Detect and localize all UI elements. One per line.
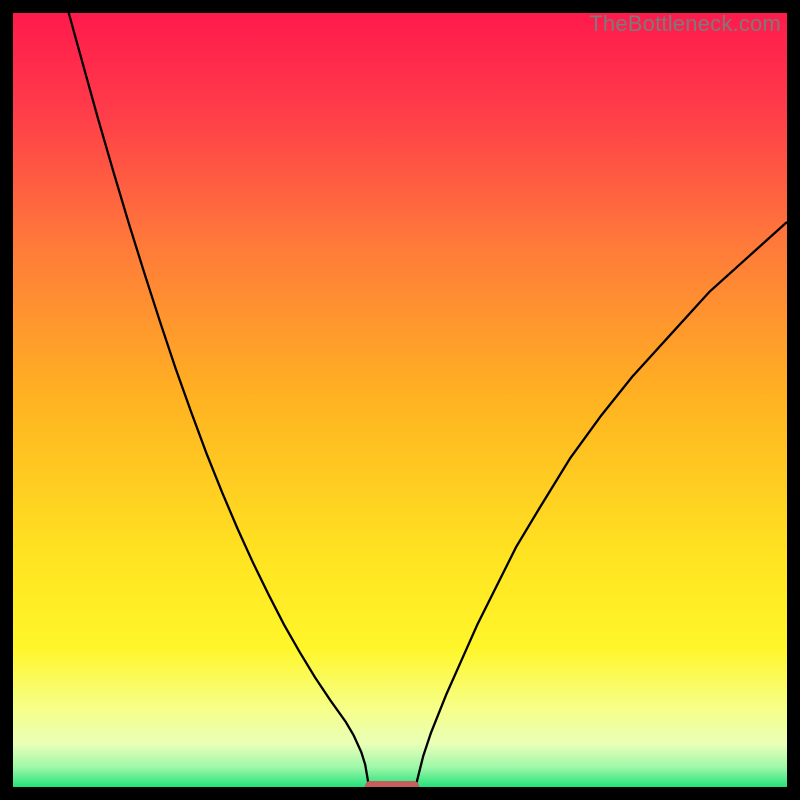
chart-canvas — [13, 13, 787, 787]
minimum-marker — [365, 781, 419, 787]
watermark-text: TheBottleneck.com — [589, 13, 781, 37]
chart-frame: TheBottleneck.com — [13, 13, 787, 787]
gradient-background — [13, 13, 787, 787]
plot-area: TheBottleneck.com — [13, 13, 787, 787]
